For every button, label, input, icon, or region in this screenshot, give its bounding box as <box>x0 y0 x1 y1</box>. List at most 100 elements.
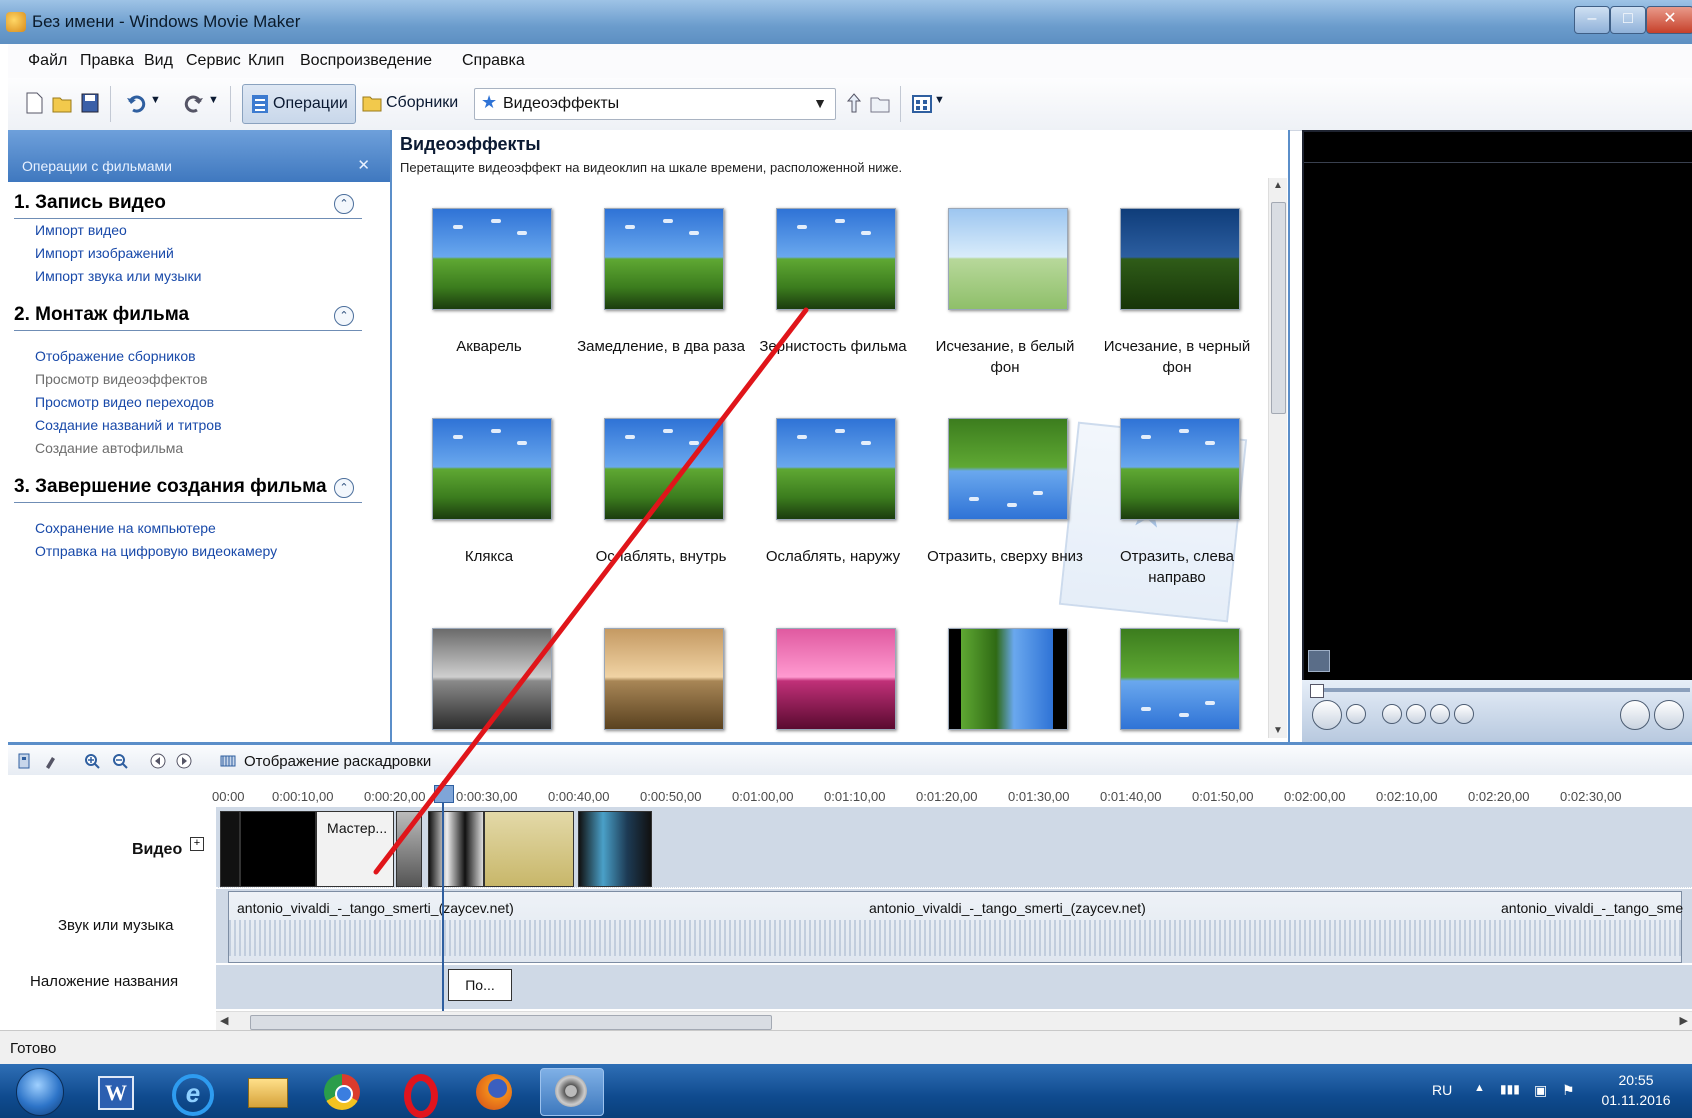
menu-tools[interactable]: Сервис <box>186 52 241 70</box>
task-send-camera[interactable]: Отправка на цифровую видеокамеру <box>35 543 277 559</box>
narrate-icon[interactable] <box>42 753 58 769</box>
video-clip[interactable] <box>240 811 316 887</box>
effects-scrollbar[interactable]: ▲ ▼ <box>1268 178 1287 738</box>
collapse-chevron-icon[interactable]: ⌃ <box>334 194 354 214</box>
next-frame-icon[interactable] <box>1430 704 1450 724</box>
task-show-collections[interactable]: Отображение сборников <box>35 348 196 364</box>
seek-handle[interactable] <box>1310 684 1324 698</box>
stop-icon[interactable] <box>1346 704 1366 724</box>
operations-button[interactable]: Операции <box>242 84 356 124</box>
task-make-titles[interactable]: Создание названий и титров <box>35 417 222 433</box>
effect-item[interactable]: Отразить, сверху вниз <box>920 418 1090 618</box>
new-folder-icon[interactable] <box>870 92 890 114</box>
chevron-down-icon[interactable]: ▼ <box>813 95 827 111</box>
cloud-decor <box>969 497 979 501</box>
language-indicator[interactable]: RU <box>1432 1082 1452 1098</box>
scroll-left-icon[interactable]: ◀ <box>220 1014 228 1027</box>
new-icon[interactable] <box>24 92 44 114</box>
explorer-icon[interactable] <box>236 1068 298 1114</box>
set-audio-levels-icon[interactable] <box>16 753 32 769</box>
effect-item[interactable]: Зернистость фильма <box>748 208 918 408</box>
collections-combo[interactable]: ★ Видеоэффекты ▼ <box>474 88 836 120</box>
snapshot-icon[interactable] <box>1654 700 1684 730</box>
playhead[interactable] <box>434 781 454 1011</box>
scroll-thumb[interactable] <box>1271 202 1286 414</box>
playhead-handle[interactable] <box>434 785 454 803</box>
menu-view[interactable]: Вид <box>144 52 173 70</box>
audio-clip[interactable]: antonio_vivaldi_-_tango_smerti_(zaycev.n… <box>228 891 1683 963</box>
collapse-chevron-icon[interactable]: ⌃ <box>334 306 354 326</box>
task-view-transitions[interactable]: Просмотр видео переходов <box>35 394 214 410</box>
effect-label: Исчезание, в белый фон <box>935 338 1075 376</box>
zoom-in-icon[interactable] <box>84 753 100 769</box>
up-folder-icon[interactable] <box>844 92 864 114</box>
action-center-icon[interactable]: ⚑ <box>1562 1082 1575 1099</box>
signal-icon[interactable]: ▮▮▮ <box>1500 1082 1520 1096</box>
effect-item[interactable]: Акварель <box>404 208 574 408</box>
task-import-audio[interactable]: Импорт звука или музыки <box>35 268 201 284</box>
scroll-thumb[interactable] <box>250 1015 772 1030</box>
timeline-scrollbar[interactable]: ◀ ▶ <box>216 1011 1692 1032</box>
rewind-timeline-icon[interactable] <box>150 753 166 769</box>
moviemaker-icon[interactable] <box>540 1068 604 1116</box>
video-clip[interactable] <box>428 811 484 887</box>
video-clip[interactable] <box>484 811 574 887</box>
play-icon[interactable] <box>1312 700 1342 730</box>
zoom-out-icon[interactable] <box>112 753 128 769</box>
audio-waveform <box>229 920 1681 956</box>
split-icon[interactable] <box>1620 700 1650 730</box>
tray-expand-icon[interactable]: ▲ <box>1474 1082 1485 1094</box>
scroll-up-icon[interactable]: ▲ <box>1273 180 1283 191</box>
chrome-icon[interactable] <box>312 1068 374 1114</box>
title-clip[interactable]: По... <box>448 969 512 1001</box>
collections-button[interactable]: Сборники <box>358 84 468 122</box>
word-icon[interactable]: W <box>84 1068 146 1114</box>
close-button[interactable]: ✕ <box>1646 6 1692 34</box>
task-import-images[interactable]: Импорт изображений <box>35 245 174 261</box>
storyboard-label[interactable]: Отображение раскадровки <box>244 753 431 770</box>
effect-item[interactable]: Исчезание, в черный фон <box>1092 208 1262 408</box>
opera-icon[interactable] <box>388 1068 450 1118</box>
scroll-right-icon[interactable]: ▶ <box>1680 1014 1688 1027</box>
ie-icon[interactable]: e <box>160 1068 222 1116</box>
effect-item[interactable]: Отразить, слева направо <box>1092 418 1262 618</box>
undo-icon[interactable] <box>126 92 146 114</box>
task-save-computer[interactable]: Сохранение на компьютере <box>35 520 216 536</box>
previous-frame-icon[interactable] <box>1406 704 1426 724</box>
redo-icon[interactable] <box>184 92 204 114</box>
expand-track-icon[interactable]: + <box>190 837 204 851</box>
effect-item[interactable]: Исчезание, в белый фон <box>920 208 1090 408</box>
effect-item[interactable]: Замедление, в два раза <box>576 208 746 408</box>
taskbar-clock[interactable]: 20:55 01.11.2016 <box>1596 1070 1676 1110</box>
task-import-video[interactable]: Импорт видео <box>35 222 127 238</box>
menu-playback[interactable]: Воспроизведение <box>300 52 432 70</box>
scroll-down-icon[interactable]: ▼ <box>1273 725 1283 736</box>
minimize-button[interactable]: – <box>1574 6 1610 34</box>
power-icon[interactable]: ▣ <box>1534 1082 1547 1099</box>
rewind-icon[interactable] <box>1382 704 1402 724</box>
menu-file[interactable]: Файл <box>28 52 67 70</box>
menu-help[interactable]: Справка <box>462 52 525 70</box>
collapse-chevron-icon[interactable]: ⌃ <box>334 478 354 498</box>
effect-item[interactable]: Клякса <box>404 418 574 618</box>
menu-edit[interactable]: Правка <box>80 52 134 70</box>
view-icon[interactable] <box>912 92 932 114</box>
close-icon[interactable]: ✕ <box>357 156 370 174</box>
video-clip[interactable] <box>396 811 422 887</box>
forward-icon[interactable] <box>1454 704 1474 724</box>
video-clip[interactable] <box>220 811 240 887</box>
open-icon[interactable] <box>52 92 72 114</box>
video-clip-master[interactable]: Мастер... <box>316 811 394 887</box>
play-timeline-icon[interactable] <box>176 753 192 769</box>
seek-bar[interactable] <box>1310 688 1690 692</box>
menu-clip[interactable]: Клип <box>248 52 284 70</box>
save-icon[interactable] <box>80 92 100 114</box>
video-clip[interactable] <box>578 811 652 887</box>
storyboard-icon[interactable] <box>220 753 236 769</box>
effect-item[interactable]: Ослаблять, наружу <box>748 418 918 618</box>
effect-item[interactable]: Ослаблять, внутрь <box>576 418 746 618</box>
fullscreen-icon[interactable] <box>1308 650 1330 672</box>
maximize-button[interactable]: □ <box>1610 6 1646 34</box>
start-button[interactable] <box>16 1068 64 1116</box>
firefox-icon[interactable] <box>464 1068 526 1114</box>
